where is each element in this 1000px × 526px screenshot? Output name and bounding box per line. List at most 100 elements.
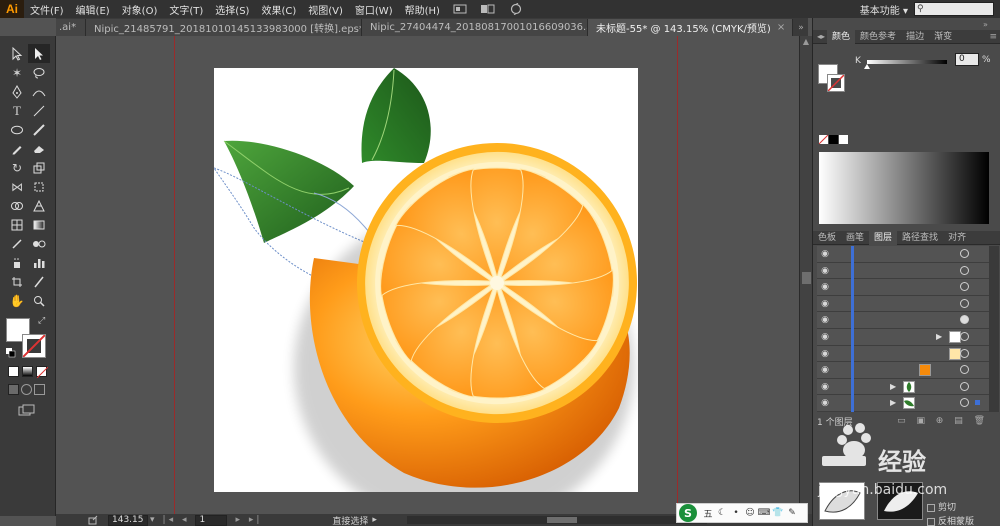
- workspace-switcher[interactable]: 基本功能 ▾: [860, 2, 908, 17]
- ime-logo[interactable]: S: [679, 504, 697, 522]
- lasso-tool-icon[interactable]: [28, 63, 50, 82]
- tab-layers[interactable]: 图层: [869, 230, 898, 245]
- visibility-eye-icon[interactable]: ◉: [820, 299, 830, 309]
- slice-tool-icon[interactable]: [28, 272, 50, 291]
- mesh-tool-icon[interactable]: [6, 215, 28, 234]
- tab-document-1[interactable]: .ai*: [56, 19, 86, 36]
- visibility-eye-icon[interactable]: ◉: [820, 349, 830, 359]
- scale-tool-icon[interactable]: [28, 158, 50, 177]
- layer-row[interactable]: ◉: [817, 262, 989, 280]
- dock-collapse-icon[interactable]: »: [983, 20, 988, 29]
- menu-window[interactable]: 窗口(W): [349, 2, 399, 17]
- layer-row[interactable]: ◉: [817, 295, 989, 313]
- tab-color[interactable]: 颜色: [827, 29, 856, 44]
- scroll-up-icon[interactable]: ▲: [800, 36, 812, 48]
- menu-view[interactable]: 视图(V): [302, 2, 349, 17]
- k-value-field[interactable]: 0: [955, 53, 979, 66]
- visibility-eye-icon[interactable]: ◉: [820, 282, 830, 292]
- gradient-tool-icon[interactable]: [28, 215, 50, 234]
- ime-toolbar[interactable]: S 五 ☾ • ☺ ⌨ 👕 ✎: [676, 503, 808, 523]
- visibility-eye-icon[interactable]: ◉: [820, 266, 830, 276]
- artboard-number-field[interactable]: 1: [195, 514, 228, 526]
- tab-stroke[interactable]: 描边: [901, 30, 929, 44]
- panel-menu-icon[interactable]: ≡: [989, 32, 997, 42]
- transparency-thumbnail-object[interactable]: [819, 482, 865, 520]
- clip-checkbox[interactable]: [927, 503, 935, 512]
- column-graph-tool-icon[interactable]: [28, 253, 50, 272]
- transparency-thumbnail-mask[interactable]: [877, 482, 923, 520]
- layer-row[interactable]: ◉: [817, 279, 989, 296]
- rotate-tool-icon[interactable]: ↻: [6, 158, 28, 177]
- color-mode-none[interactable]: [36, 366, 48, 378]
- symbol-sprayer-tool-icon[interactable]: [6, 253, 28, 272]
- layer-row[interactable]: ◉ ▶: [817, 378, 989, 396]
- visibility-eye-icon[interactable]: ◉: [820, 249, 830, 259]
- swatch-none[interactable]: [819, 135, 828, 144]
- artboard-next-arrows[interactable]: ▸ ▸|: [235, 515, 262, 525]
- shape-builder-tool-icon[interactable]: [6, 196, 28, 215]
- layer-row[interactable]: ◉ ▶: [817, 328, 989, 346]
- layer-target-icon[interactable]: [960, 249, 969, 258]
- k-slider[interactable]: [864, 60, 947, 69]
- tab-document-3[interactable]: Nipic_27404474_20180817001016609036.ai* …: [362, 19, 588, 36]
- layer-target-icon[interactable]: [960, 348, 969, 358]
- share-icon[interactable]: [88, 515, 98, 525]
- color-stroke-swatch[interactable]: [827, 74, 845, 92]
- perspective-grid-tool-icon[interactable]: [28, 196, 50, 215]
- tab-gradient[interactable]: 渐变: [929, 30, 957, 44]
- ime-mode-label[interactable]: 五: [701, 507, 715, 520]
- artboard-tool-icon[interactable]: [6, 272, 28, 291]
- menu-effect[interactable]: 效果(C): [255, 2, 302, 17]
- ellipse-tool-icon[interactable]: [6, 120, 28, 139]
- menu-select[interactable]: 选择(S): [209, 2, 255, 17]
- eraser-tool-icon[interactable]: [28, 139, 50, 158]
- swap-colors-icon[interactable]: ⤢: [38, 316, 48, 326]
- layer-target-icon[interactable]: [960, 315, 969, 325]
- pen-tool-icon[interactable]: [6, 82, 28, 101]
- tab-document-2[interactable]: Nipic_21485791_20181010145133983000 [转换]…: [86, 19, 362, 36]
- canvas-area[interactable]: [56, 36, 799, 514]
- invert-mask-checkbox[interactable]: [927, 517, 935, 526]
- ime-skin-icon[interactable]: 👕: [771, 508, 785, 518]
- layer-target-icon[interactable]: [960, 265, 969, 275]
- ime-emoji-icon[interactable]: ☺: [743, 508, 757, 518]
- layer-target-icon[interactable]: [960, 282, 969, 292]
- color-mode-solid[interactable]: [8, 366, 19, 377]
- invert-mask-option[interactable]: 反相蒙版: [927, 514, 974, 526]
- layer-row[interactable]: ◉: [817, 345, 989, 363]
- layer-row[interactable]: ◉: [817, 362, 989, 379]
- tab-swatches[interactable]: 色板: [813, 231, 841, 245]
- layer-target-icon[interactable]: [960, 381, 969, 391]
- visibility-eye-icon[interactable]: ◉: [820, 315, 830, 325]
- layer-action-icons[interactable]: ▭ ▣ ⊕ ▤ 🗑: [897, 416, 989, 426]
- artboard[interactable]: [212, 68, 638, 514]
- layer-row[interactable]: ◉: [817, 312, 989, 329]
- scroll-thumb[interactable]: [802, 272, 811, 284]
- layers-scrollbar[interactable]: [989, 246, 999, 412]
- layer-row[interactable]: ◉ ▶: [817, 395, 989, 412]
- free-transform-tool-icon[interactable]: [28, 177, 50, 196]
- layer-target-icon[interactable]: [960, 331, 969, 341]
- orange-illustration[interactable]: [212, 68, 638, 514]
- curvature-tool-icon[interactable]: [28, 82, 50, 101]
- eyedropper-tool-icon[interactable]: [6, 234, 28, 253]
- ime-punctuation-icon[interactable]: ☾: [715, 508, 729, 518]
- selection-tool-icon[interactable]: [6, 44, 28, 63]
- expand-arrow-icon[interactable]: ▶: [890, 398, 898, 408]
- canvas-vertical-scrollbar[interactable]: ▲: [799, 36, 812, 514]
- menu-edit[interactable]: 编辑(E): [70, 2, 116, 17]
- hscroll-thumb[interactable]: [546, 517, 577, 523]
- menu-object[interactable]: 对象(O): [116, 2, 164, 17]
- search-input[interactable]: ⚲: [914, 2, 994, 16]
- zoom-tool-icon[interactable]: [28, 291, 50, 310]
- tab-color-guide[interactable]: 颜色参考: [855, 30, 901, 44]
- clip-option[interactable]: 剪切: [927, 500, 956, 513]
- menu-file[interactable]: 文件(F): [24, 2, 70, 17]
- zoom-dropdown-icon[interactable]: ▾: [150, 515, 155, 525]
- color-mode-icon[interactable]: [8, 366, 50, 378]
- zoom-level-field[interactable]: 143.15: [108, 514, 148, 526]
- artboard-prev-arrows[interactable]: |◂ ◂: [163, 515, 190, 525]
- ime-tools-icon[interactable]: ✎: [785, 508, 799, 518]
- blend-tool-icon[interactable]: [28, 234, 50, 253]
- layer-target-icon[interactable]: [960, 398, 969, 408]
